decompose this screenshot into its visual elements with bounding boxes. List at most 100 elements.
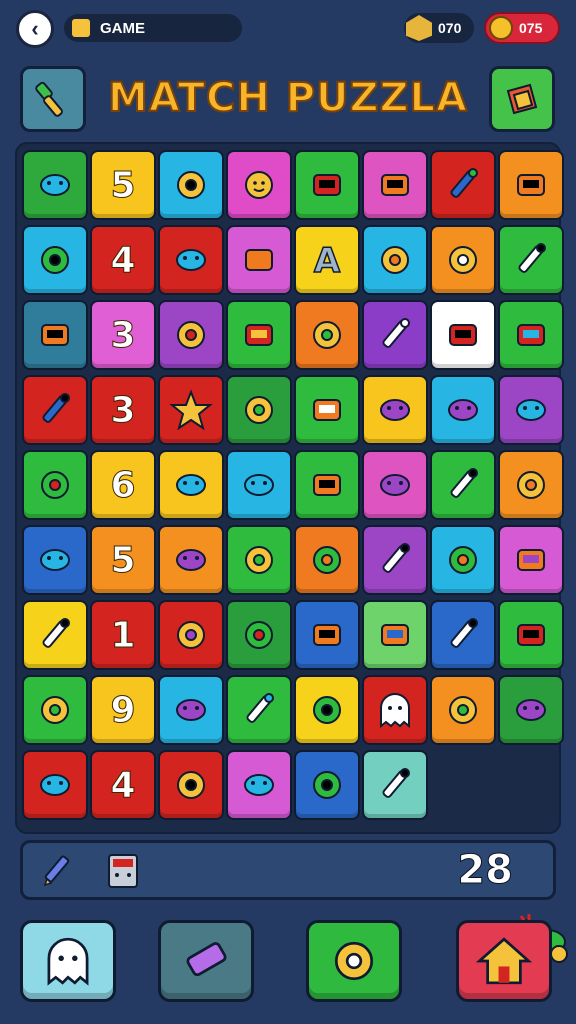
tile[interactable] bbox=[158, 300, 224, 370]
radio-icon bbox=[176, 699, 206, 721]
number-tile[interactable]: 4 bbox=[90, 225, 156, 295]
tile[interactable] bbox=[22, 600, 88, 670]
machine-icon bbox=[40, 774, 70, 796]
tile[interactable] bbox=[226, 450, 292, 520]
tile[interactable] bbox=[22, 750, 88, 820]
tile[interactable] bbox=[22, 675, 88, 745]
number-tile[interactable]: 9 bbox=[90, 675, 156, 745]
planet-icon bbox=[450, 468, 478, 498]
tile[interactable] bbox=[362, 225, 428, 295]
eraser-button[interactable] bbox=[158, 920, 254, 1002]
tile[interactable] bbox=[226, 225, 292, 295]
tile[interactable] bbox=[158, 525, 224, 595]
number-tile[interactable]: 6 bbox=[90, 450, 156, 520]
tile[interactable] bbox=[498, 675, 564, 745]
tile[interactable] bbox=[158, 450, 224, 520]
number-tile[interactable]: 5 bbox=[90, 150, 156, 220]
tile[interactable] bbox=[294, 525, 360, 595]
number-tile[interactable]: 4 bbox=[90, 750, 156, 820]
tile[interactable] bbox=[158, 750, 224, 820]
star-icon bbox=[169, 389, 213, 431]
tile[interactable] bbox=[430, 375, 496, 445]
tile[interactable] bbox=[226, 525, 292, 595]
tile[interactable] bbox=[226, 600, 292, 670]
trowel-icon bbox=[517, 324, 545, 346]
tile[interactable] bbox=[294, 600, 360, 670]
monitor-icon bbox=[41, 471, 69, 499]
tile[interactable] bbox=[158, 375, 224, 445]
lens-icon bbox=[517, 471, 545, 499]
tile[interactable] bbox=[498, 525, 564, 595]
tile[interactable] bbox=[362, 600, 428, 670]
tile[interactable] bbox=[158, 600, 224, 670]
back-button[interactable]: ‹ bbox=[16, 10, 54, 48]
tile[interactable] bbox=[294, 150, 360, 220]
key-icon bbox=[40, 549, 70, 571]
tile[interactable] bbox=[430, 675, 496, 745]
number-tile[interactable]: 3 bbox=[90, 300, 156, 370]
tile[interactable] bbox=[430, 150, 496, 220]
number-tile[interactable]: 1 bbox=[90, 600, 156, 670]
tile-number: 1 bbox=[110, 614, 136, 656]
ghost-button[interactable] bbox=[20, 920, 116, 1002]
tile[interactable] bbox=[294, 750, 360, 820]
tile[interactable] bbox=[22, 375, 88, 445]
tile[interactable] bbox=[362, 150, 428, 220]
tile[interactable] bbox=[430, 300, 496, 370]
tile[interactable] bbox=[362, 675, 428, 745]
tile[interactable] bbox=[294, 300, 360, 370]
tile[interactable] bbox=[294, 375, 360, 445]
tile[interactable] bbox=[158, 225, 224, 295]
top-bar: ‹ GAME 070 075 bbox=[0, 0, 576, 56]
bottle-icon bbox=[245, 396, 273, 424]
tile[interactable] bbox=[498, 600, 564, 670]
trowel-tool-button[interactable] bbox=[20, 66, 86, 132]
tile[interactable] bbox=[430, 525, 496, 595]
sheep-icon bbox=[380, 474, 410, 496]
tile[interactable] bbox=[158, 675, 224, 745]
hammer-icon bbox=[41, 696, 69, 724]
scroll-tool-button[interactable] bbox=[489, 66, 555, 132]
tile[interactable] bbox=[498, 300, 564, 370]
speech-face-icon bbox=[382, 768, 410, 798]
settings-button[interactable] bbox=[306, 920, 402, 1002]
tile[interactable] bbox=[226, 375, 292, 445]
tile[interactable] bbox=[22, 225, 88, 295]
castle-icon bbox=[450, 618, 478, 648]
tile[interactable] bbox=[498, 225, 564, 295]
tile[interactable] bbox=[362, 375, 428, 445]
box-icon bbox=[176, 549, 206, 571]
home-icon bbox=[475, 937, 533, 985]
tile[interactable] bbox=[226, 150, 292, 220]
tile[interactable] bbox=[498, 375, 564, 445]
tile[interactable] bbox=[22, 450, 88, 520]
cherries-icon bbox=[516, 399, 546, 421]
tile[interactable] bbox=[362, 450, 428, 520]
tile[interactable] bbox=[362, 525, 428, 595]
tile[interactable] bbox=[362, 750, 428, 820]
tile[interactable] bbox=[22, 150, 88, 220]
tile[interactable] bbox=[226, 300, 292, 370]
tile[interactable] bbox=[22, 300, 88, 370]
tile[interactable] bbox=[294, 450, 360, 520]
tile[interactable]: A bbox=[294, 225, 360, 295]
tile[interactable] bbox=[430, 225, 496, 295]
tile[interactable] bbox=[362, 300, 428, 370]
tile[interactable] bbox=[158, 150, 224, 220]
calculator-icon[interactable] bbox=[105, 853, 141, 889]
tile[interactable] bbox=[22, 525, 88, 595]
ghost-icon bbox=[380, 693, 410, 729]
number-tile[interactable]: 5 bbox=[90, 525, 156, 595]
tile[interactable] bbox=[226, 750, 292, 820]
tile[interactable] bbox=[498, 450, 564, 520]
tile[interactable] bbox=[226, 675, 292, 745]
tile[interactable] bbox=[430, 450, 496, 520]
tile[interactable] bbox=[294, 675, 360, 745]
game-pill[interactable]: GAME bbox=[64, 14, 242, 42]
pencil-icon[interactable] bbox=[39, 853, 75, 889]
home-button[interactable] bbox=[456, 920, 552, 1002]
number-tile[interactable]: 3 bbox=[90, 375, 156, 445]
tile[interactable] bbox=[430, 600, 496, 670]
tile-number: 4 bbox=[110, 764, 136, 806]
tile[interactable] bbox=[498, 150, 564, 220]
